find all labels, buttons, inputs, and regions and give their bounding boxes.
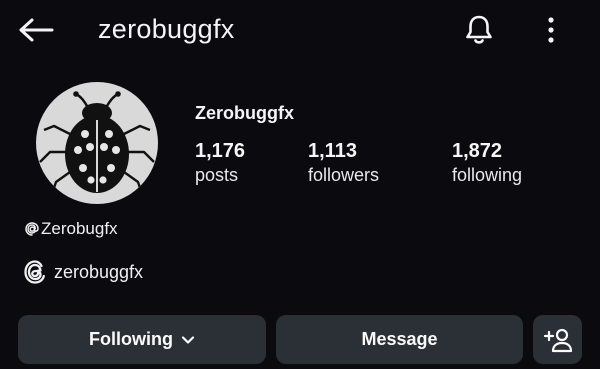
arrow-left-icon bbox=[19, 18, 54, 42]
posts-count: 1,176 bbox=[195, 140, 246, 162]
threads-logo-icon bbox=[24, 260, 45, 284]
posts-stat[interactable]: 1,176 posts bbox=[195, 139, 245, 187]
following-label: following bbox=[452, 165, 523, 185]
followers-label: followers bbox=[308, 165, 380, 185]
back-button[interactable] bbox=[16, 10, 56, 50]
chevron-down-icon bbox=[181, 335, 195, 345]
bio-threads-mention[interactable]: Zerobugfx bbox=[24, 218, 118, 240]
threads-profile-link[interactable]: zerobuggfx bbox=[24, 259, 143, 285]
bell-icon bbox=[466, 15, 492, 44]
following-stat[interactable]: 1,872 following bbox=[452, 139, 522, 187]
top-bar: zerobuggfx bbox=[0, 0, 600, 60]
message-button-label: Message bbox=[361, 329, 438, 349]
followers-count: 1,113 bbox=[308, 140, 357, 162]
add-user-icon bbox=[543, 328, 572, 352]
ladybug-icon bbox=[39, 91, 155, 195]
more-vertical-icon bbox=[548, 17, 554, 43]
more-options-button[interactable] bbox=[538, 8, 564, 52]
following-button-label: Following bbox=[89, 329, 173, 349]
following-count: 1,872 bbox=[452, 140, 503, 162]
profile-display-name: Zerobuggfx bbox=[195, 103, 294, 123]
threads-at-icon bbox=[25, 222, 39, 236]
posts-label: posts bbox=[195, 165, 239, 185]
threads-link-text: zerobuggfx bbox=[54, 261, 144, 282]
following-button[interactable]: Following bbox=[18, 315, 266, 364]
page-title: zerobuggfx bbox=[98, 14, 235, 44]
followers-stat[interactable]: 1,113 followers bbox=[308, 139, 379, 187]
suggest-users-button[interactable] bbox=[533, 315, 582, 364]
message-button[interactable]: Message bbox=[276, 315, 523, 364]
avatar[interactable] bbox=[36, 82, 158, 204]
notifications-button[interactable] bbox=[457, 8, 501, 52]
threads-mention-text: Zerobugfx bbox=[41, 219, 118, 238]
